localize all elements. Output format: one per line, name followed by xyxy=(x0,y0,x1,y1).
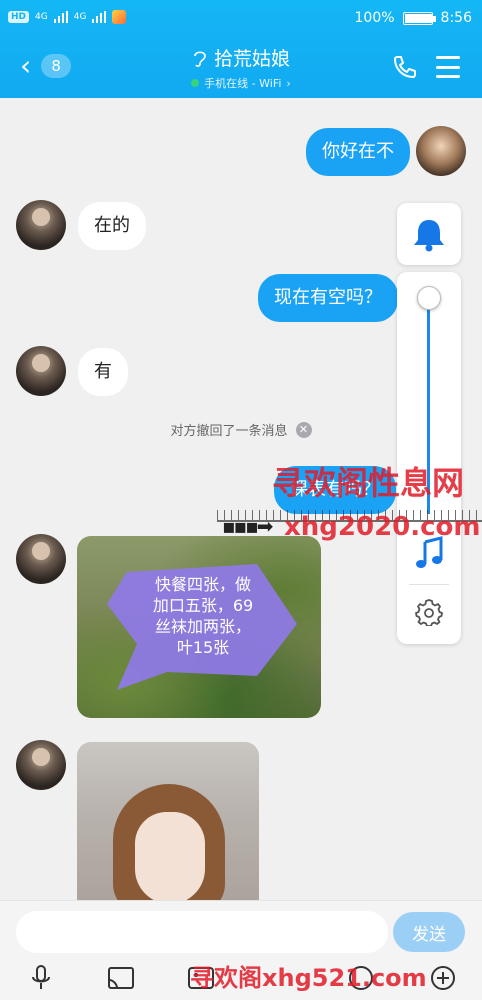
contact-avatar[interactable] xyxy=(16,200,66,250)
close-icon[interactable]: ✕ xyxy=(295,421,312,438)
image-message[interactable] xyxy=(77,742,259,900)
caption-line: 丝袜加两张， xyxy=(154,617,251,636)
status-left: HD 4G 4G xyxy=(8,10,127,24)
chevron-right-icon: › xyxy=(286,76,291,90)
panel-divider xyxy=(409,584,449,585)
hd-badge: HD xyxy=(8,11,30,23)
menu-line xyxy=(436,75,460,78)
caption-line: 叶15张 xyxy=(176,638,230,657)
clock: 8:56 xyxy=(440,10,472,26)
message-bubble-incoming[interactable]: 在的 xyxy=(78,202,146,250)
battery-percent: 100% xyxy=(354,10,395,26)
contact-avatar[interactable] xyxy=(16,346,66,396)
message-input[interactable] xyxy=(16,911,388,953)
notification-card[interactable] xyxy=(397,203,461,265)
chat-header: ‹ 8 拾荒姑娘 手机在线 - WiFi › xyxy=(0,36,482,98)
app-notification-icon xyxy=(112,10,127,24)
send-button[interactable]: 发送 xyxy=(393,912,465,952)
bell-icon[interactable] xyxy=(397,203,461,265)
signal-label-1: 4G xyxy=(35,12,48,22)
menu-line xyxy=(436,65,460,69)
image-caption: 快餐四张，做 加口五张，69 丝袜加两张， 叶15张 xyxy=(113,574,293,658)
watermark-bottom: 寻欢阁xhg521.com xyxy=(190,964,427,992)
online-status-dot xyxy=(191,79,200,87)
contact-avatar[interactable] xyxy=(16,740,66,790)
chat-title: 拾荒姑娘 xyxy=(213,48,290,70)
signal-label-2: 4G xyxy=(73,12,87,22)
volume-slider-knob[interactable] xyxy=(417,286,441,310)
portrait-face xyxy=(135,812,205,900)
settings-gear-icon[interactable] xyxy=(415,598,443,626)
status-right: 100% 8:56 xyxy=(355,10,472,26)
screen-share-icon[interactable] xyxy=(106,963,136,993)
ear-icon xyxy=(194,50,206,67)
online-status-text: 手机在线 - WiFi xyxy=(204,77,282,90)
add-more-icon[interactable] xyxy=(428,963,458,993)
signal-icon xyxy=(53,11,68,23)
menu-button[interactable] xyxy=(436,56,460,78)
battery-icon xyxy=(402,11,436,25)
watermark-middle: xhg2020.com xyxy=(284,512,481,542)
signal-icon xyxy=(92,11,107,23)
arrow-right-icon: ▪▪▪➡ xyxy=(222,514,273,538)
recall-notice-text: 对方撤回了一条消息 xyxy=(170,424,288,439)
image-message[interactable]: 快餐四张，做 加口五张，69 丝袜加两张， 叶15张 xyxy=(77,536,321,718)
my-avatar[interactable] xyxy=(416,126,466,176)
message-bubble-incoming[interactable]: 有 xyxy=(78,348,128,396)
status-bar: HD 4G 4G 100% 8:56 xyxy=(0,0,482,36)
microphone-icon[interactable] xyxy=(26,963,56,993)
phone-call-icon[interactable] xyxy=(392,54,418,80)
message-bubble-outgoing[interactable]: 你好在不 xyxy=(306,128,410,176)
caption-line: 快餐四张，做 xyxy=(154,575,251,594)
contact-avatar[interactable] xyxy=(16,534,66,584)
top-bar: HD 4G 4G 100% 8:56 ‹ 8 拾荒姑娘 手机在线 - WiFi … xyxy=(0,0,482,98)
battery-fill xyxy=(404,13,433,23)
watermark-top: 寻欢阁性息网 xyxy=(272,464,465,502)
menu-line xyxy=(436,56,460,59)
caption-line: 加口五张，69 xyxy=(152,596,254,615)
message-bubble-outgoing[interactable]: 现在有空吗？ xyxy=(258,274,398,322)
